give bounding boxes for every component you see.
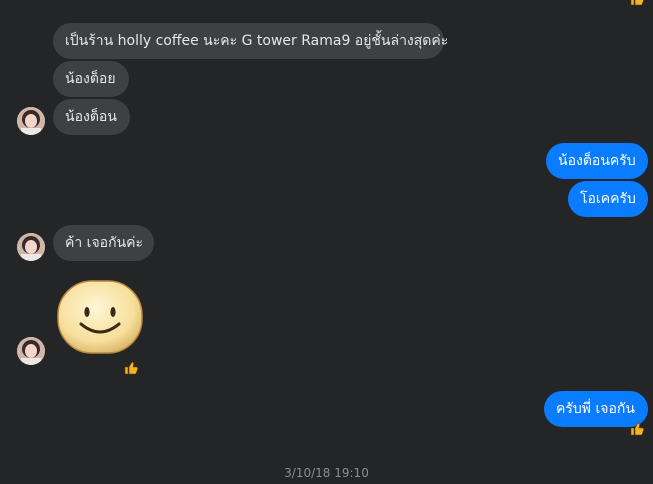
avatar[interactable]	[17, 233, 45, 261]
message-text: โอเคครับ	[580, 191, 636, 207]
thumbs-up-icon[interactable]	[629, 421, 645, 437]
message-text: ครับพี่ เจอกัน	[556, 401, 635, 417]
smiley-face-sticker[interactable]	[55, 278, 145, 356]
chat-thread: เป็นร้าน holly coffee นะคะ G tower Rama9…	[0, 0, 653, 484]
message-text: น้องต็อย	[65, 71, 116, 87]
avatar[interactable]	[17, 107, 45, 135]
incoming-message-bubble[interactable]: ค้า เจอกันค่ะ	[53, 225, 154, 261]
avatar[interactable]	[17, 337, 45, 365]
outgoing-message-bubble[interactable]: โอเคครับ	[568, 181, 648, 217]
outgoing-message-bubble[interactable]: น้องต็อนครับ	[546, 143, 648, 179]
incoming-message-bubble[interactable]: น้องต็อย	[53, 61, 129, 97]
incoming-message-bubble[interactable]: น้องต็อน	[53, 99, 130, 135]
thumbs-up-icon[interactable]	[123, 360, 139, 376]
message-timestamp: 3/10/18 19:10	[284, 466, 369, 480]
message-text: น้องต็อน	[65, 109, 117, 125]
message-text: เป็นร้าน holly coffee นะคะ G tower Rama9…	[65, 33, 449, 49]
incoming-message-bubble[interactable]: เป็นร้าน holly coffee นะคะ G tower Rama9…	[53, 23, 448, 59]
message-text: ค้า เจอกันค่ะ	[65, 235, 144, 251]
message-text: น้องต็อนครับ	[558, 153, 636, 169]
thumbs-up-icon[interactable]	[629, 0, 645, 7]
